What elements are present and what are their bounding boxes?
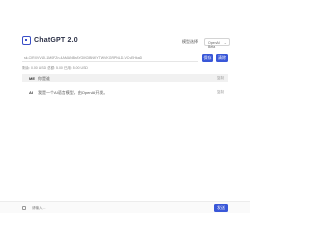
model-select[interactable]: OpenAI Beta ⌄ <box>204 38 230 49</box>
message-row-user: ME 你是谁 复制 <box>22 74 228 82</box>
message-role: ME <box>29 76 35 81</box>
model-select-value: OpenAI Beta <box>208 41 220 49</box>
send-button[interactable]: 发送 <box>214 204 228 212</box>
model-selector-group: 模型选择 OpenAI Beta ⌄ <box>182 38 230 49</box>
message-text: 你是谁 <box>38 76 50 81</box>
logo-icon <box>22 36 31 45</box>
message-input[interactable]: 请输入... <box>32 205 208 211</box>
attach-icon[interactable] <box>22 206 26 210</box>
api-key-bar: sk-CIRXVVlJI-1M0FZn-4AMANBrAYGIKDBNKYTWV… <box>22 54 228 62</box>
chevron-down-icon: ⌄ <box>223 40 227 45</box>
save-button[interactable]: 保存 <box>202 54 213 62</box>
clear-button[interactable]: 清除 <box>216 54 228 62</box>
message-text: 我是一个AI语言模型，由OpenAI开发。 <box>38 90 108 95</box>
api-key-input[interactable]: sk-CIRXVVlJI-1M0FZn-4AMANBrAYGIKDBNKYTWV… <box>22 54 198 62</box>
app-header: ChatGPT 2.0 模型选择 OpenAI Beta ⌄ <box>0 0 250 50</box>
copy-button[interactable]: 复制 <box>217 76 224 81</box>
app-title: ChatGPT 2.0 <box>34 37 78 44</box>
message-row-ai: AI 我是一个AI语言模型，由OpenAI开发。 复制 <box>22 88 228 96</box>
app-logo: ChatGPT 2.0 <box>22 36 78 45</box>
copy-button[interactable]: 复制 <box>217 90 224 95</box>
composer-bar: 请输入... 发送 <box>0 201 250 213</box>
model-label: 模型选择 <box>182 39 198 44</box>
message-role: AI <box>29 90 33 95</box>
usage-stats: 剩余: 0.00 USD 总额: 5.00 已用: 5.00 USD <box>22 66 88 70</box>
